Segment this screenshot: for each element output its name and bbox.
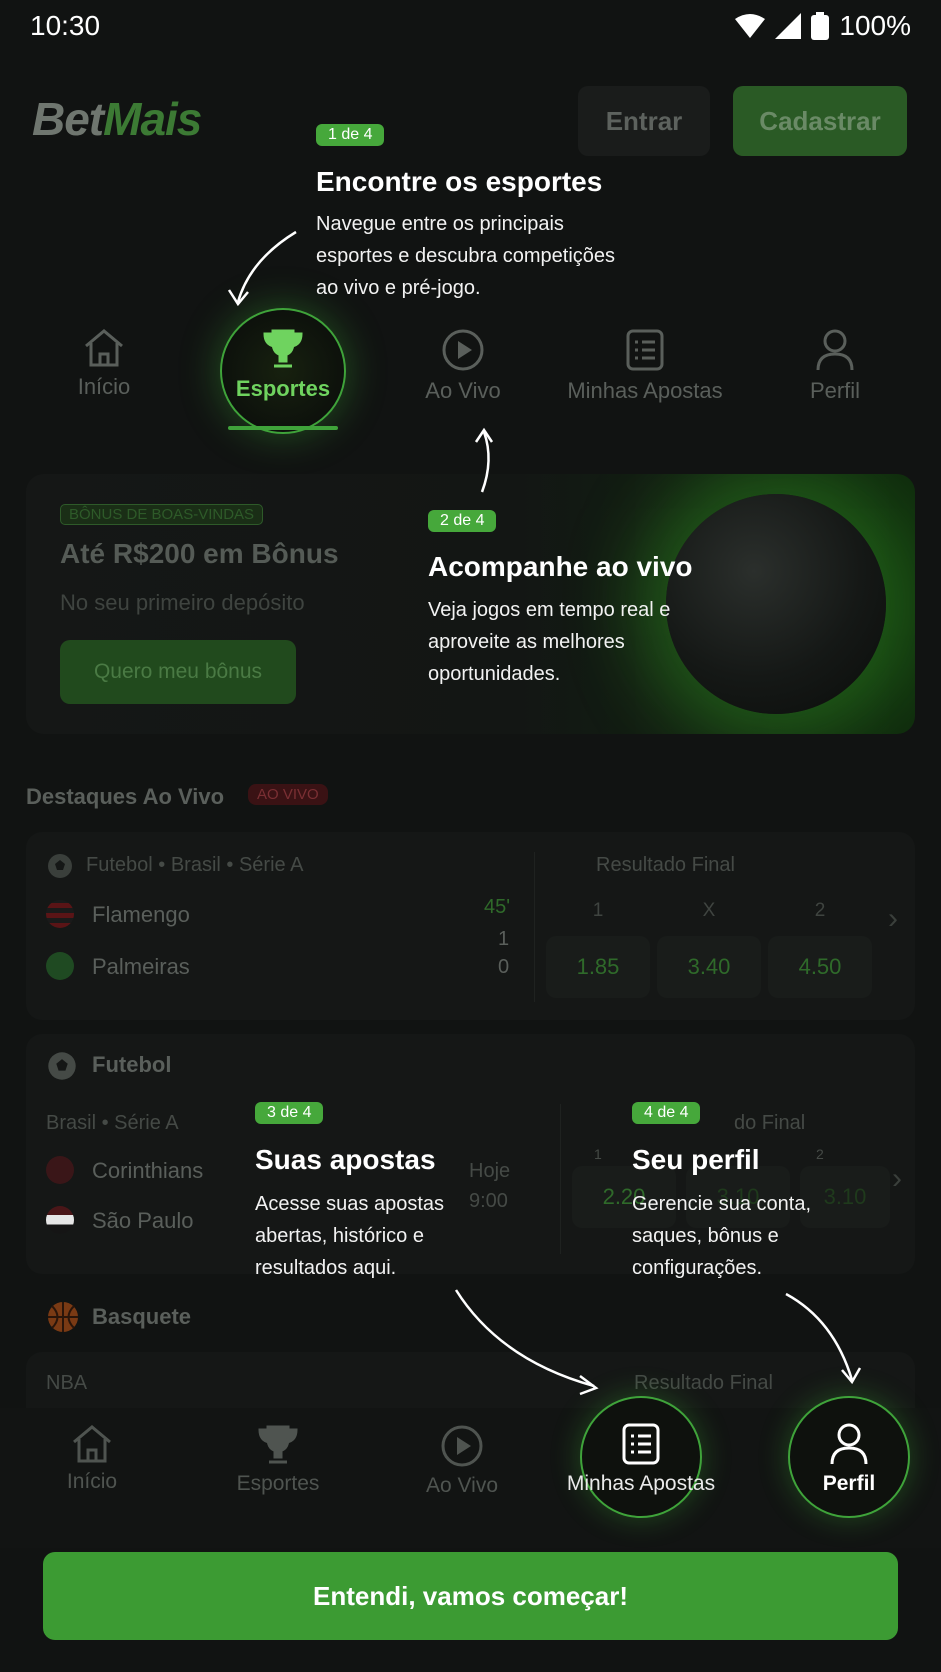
coach-step-3: 3 de 4: [255, 1102, 324, 1124]
coach-desc-4: Gerencie sua conta, saques, bônus e config…: [632, 1193, 811, 1279]
start-onboarding-button[interactable]: Entendi, vamos começar!: [43, 1552, 898, 1640]
arrow-to-esportes: [236, 230, 297, 303]
coach-desc-3: Acesse suas apostas abertas, histórico er…: [255, 1193, 444, 1279]
coach-desc-1: Navegue entre os principais esportes e de…: [316, 213, 616, 299]
coach-step-2: 2 de 4: [428, 510, 497, 532]
arrow-to-perfil: [785, 1292, 854, 1381]
arrow-to-ao-vivo: [480, 431, 490, 493]
coach-title-1: Encontre os esportes: [316, 166, 603, 197]
coach-desc-2: Veja jogos em tempo real e aproveite as m…: [428, 599, 671, 685]
coach-title-4: Seu perfil: [632, 1144, 760, 1175]
coach-title-3: Suas apostas: [255, 1144, 436, 1175]
arrowhead: [474, 427, 494, 443]
coach-step-1: 1 de 4: [316, 124, 385, 146]
screen: 10:30 100% BetMais Entrar Cadastrar Iníc…: [0, 0, 941, 1672]
arrow-to-minhas-apostas: [454, 1289, 595, 1388]
coach-title-2: Acompanhe ao vivo: [428, 551, 693, 582]
coach-step-4: 4 de 4: [632, 1102, 701, 1124]
